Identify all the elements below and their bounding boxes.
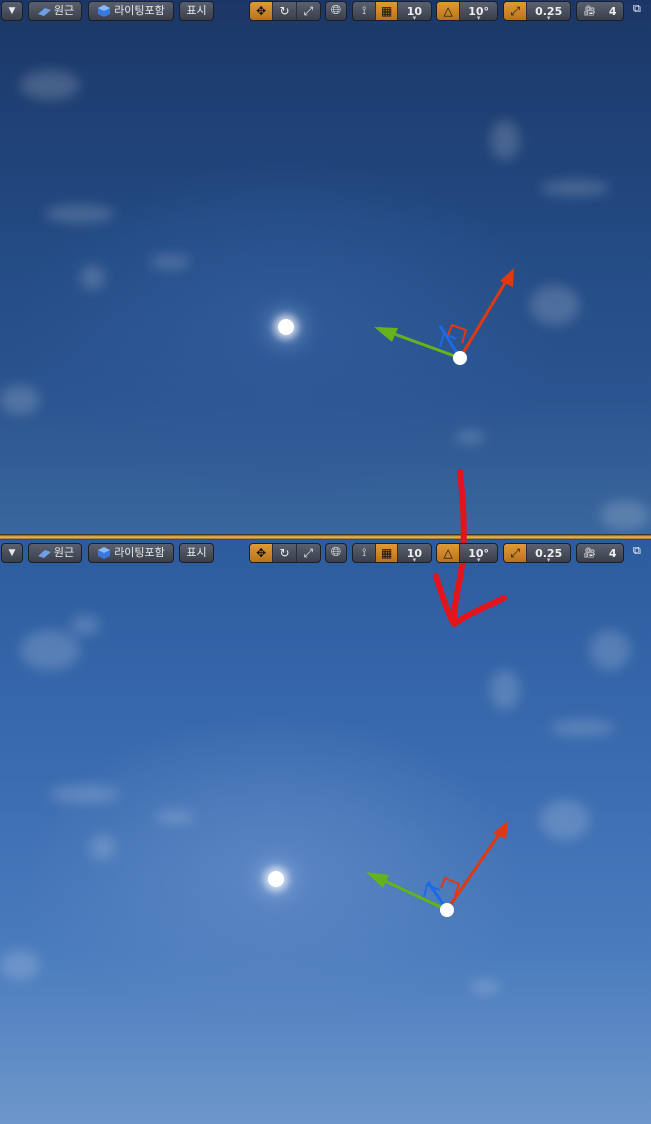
scale-snap-icon: ⤢ <box>510 545 520 560</box>
scale-icon: ⤢ <box>303 3 314 18</box>
perspective-button[interactable]: 원근 <box>28 1 82 21</box>
camera-icon: 🎥︎ <box>583 547 597 559</box>
chevron-down-icon: ▼ <box>8 6 16 16</box>
transform-gizmo[interactable] <box>0 540 651 1124</box>
grid-snap-group: ⟟ ▦ 10 ▾ <box>352 1 432 21</box>
camera-icon: 🎥︎ <box>583 5 597 17</box>
scale-snap-group: ⤢ 0.25 ▾ <box>503 1 571 21</box>
scale-mode-button[interactable]: ⤢ <box>297 2 320 20</box>
globe-icon: 🌐︎ <box>330 545 342 560</box>
viewport-options-button[interactable]: ▼ <box>1 543 23 563</box>
grid-snap-value[interactable]: 10 ▾ <box>398 544 431 563</box>
move-mode-button[interactable]: ✥ <box>250 544 274 562</box>
rotate-icon: ↻ <box>279 4 290 18</box>
rotation-snap-group: △ 10° ▾ <box>436 543 498 563</box>
rotate-mode-button[interactable]: ↻ <box>273 2 297 20</box>
surface-snap-button[interactable]: ⟟ <box>353 2 377 20</box>
chevron-down-icon: ▾ <box>476 14 481 21</box>
coordinate-system-button[interactable]: 🌐︎ <box>325 543 347 563</box>
surface-snap-icon: ⟟ <box>362 546 367 559</box>
chevron-down-icon: ▾ <box>546 556 551 563</box>
chevron-down-icon: ▾ <box>412 556 417 563</box>
camera-speed-button[interactable]: 🎥︎ 4 <box>577 2 623 20</box>
scale-snap-toggle[interactable]: ⤢ <box>504 2 528 20</box>
rotate-icon: ↻ <box>279 546 290 560</box>
globe-icon: 🌐︎ <box>330 3 342 18</box>
viewport-options-button[interactable]: ▼ <box>1 1 23 21</box>
move-mode-button[interactable]: ✥ <box>250 2 274 20</box>
show-label: 표시 <box>186 4 207 17</box>
chevron-down-icon: ▾ <box>412 14 417 21</box>
viewport-toolbar: ▼ 원근 라이팅포함 표시 ✥ ↻ ⤢ 🌐︎ ⟟ ▦ 10 ▾ △ 10° ▾ … <box>0 0 651 24</box>
move-arrows-icon: ✥ <box>256 4 267 18</box>
lighting-label: 라이팅포함 <box>114 546 165 559</box>
camera-speed-group: 🎥︎ 4 <box>576 1 624 21</box>
lighting-mode-button[interactable]: 라이팅포함 <box>88 1 174 21</box>
transform-mode-group: ✥ ↻ ⤢ <box>249 1 321 21</box>
perspective-cube-icon <box>37 550 51 558</box>
scale-snap-icon: ⤢ <box>510 3 520 18</box>
chevron-down-icon: ▼ <box>8 548 16 558</box>
move-arrows-icon: ✥ <box>256 546 267 560</box>
viewport-after[interactable] <box>0 540 651 1124</box>
perspective-button[interactable]: 원근 <box>28 543 82 563</box>
lit-sphere-icon <box>98 5 111 17</box>
grid-snap-value[interactable]: 10 ▾ <box>398 2 431 21</box>
angle-icon: △ <box>443 546 453 560</box>
perspective-cube-icon <box>37 8 51 16</box>
rotation-snap-toggle[interactable]: △ <box>437 544 461 562</box>
maximize-viewport-icon[interactable]: ⧉ <box>633 545 645 557</box>
surface-snap-button[interactable]: ⟟ <box>353 544 377 562</box>
surface-snap-icon: ⟟ <box>362 4 367 17</box>
scale-snap-value[interactable]: 0.25 ▾ <box>527 2 570 21</box>
scale-snap-value[interactable]: 0.25 ▾ <box>527 544 570 563</box>
lit-sphere-icon <box>98 547 111 559</box>
camera-speed-value-label: 4 <box>608 4 617 18</box>
scale-mode-button[interactable]: ⤢ <box>297 544 320 562</box>
rotation-snap-toggle[interactable]: △ <box>437 2 461 20</box>
grid-snap-toggle[interactable]: ▦ <box>376 544 398 562</box>
lighting-mode-button[interactable]: 라이팅포함 <box>88 543 174 563</box>
viewport-before[interactable] <box>0 0 651 534</box>
scale-snap-toggle[interactable]: ⤢ <box>504 544 528 562</box>
show-button[interactable]: 표시 <box>179 1 214 21</box>
perspective-label: 원근 <box>53 4 75 17</box>
lighting-label: 라이팅포함 <box>114 4 165 17</box>
rotate-mode-button[interactable]: ↻ <box>273 544 297 562</box>
chevron-down-icon: ▾ <box>546 14 551 21</box>
scale-icon: ⤢ <box>303 545 314 560</box>
camera-speed-value-label: 4 <box>608 546 617 560</box>
rotation-snap-value[interactable]: 10° ▾ <box>460 2 497 21</box>
scale-snap-group: ⤢ 0.25 ▾ <box>503 543 571 563</box>
camera-speed-group: 🎥︎ 4 <box>576 543 624 563</box>
rotation-snap-value[interactable]: 10° ▾ <box>460 544 497 563</box>
camera-speed-button[interactable]: 🎥︎ 4 <box>577 544 623 562</box>
show-label: 표시 <box>186 546 207 559</box>
grid-snap-group: ⟟ ▦ 10 ▾ <box>352 543 432 563</box>
rotation-snap-group: △ 10° ▾ <box>436 1 498 21</box>
transform-mode-group: ✥ ↻ ⤢ <box>249 543 321 563</box>
transform-gizmo[interactable] <box>0 0 651 534</box>
viewport-toolbar: ▼ 원근 라이팅포함 표시 ✥ ↻ ⤢ 🌐︎ ⟟ ▦ 10 ▾ △ 10° ▾ … <box>0 542 651 566</box>
grid-icon: ▦ <box>380 546 393 560</box>
grid-icon: ▦ <box>380 4 393 18</box>
grid-snap-toggle[interactable]: ▦ <box>376 2 398 20</box>
angle-icon: △ <box>443 4 453 18</box>
show-button[interactable]: 표시 <box>179 543 214 563</box>
chevron-down-icon: ▾ <box>476 556 481 563</box>
coordinate-system-button[interactable]: 🌐︎ <box>325 1 347 21</box>
perspective-label: 원근 <box>53 546 75 559</box>
maximize-viewport-icon[interactable]: ⧉ <box>633 3 645 15</box>
